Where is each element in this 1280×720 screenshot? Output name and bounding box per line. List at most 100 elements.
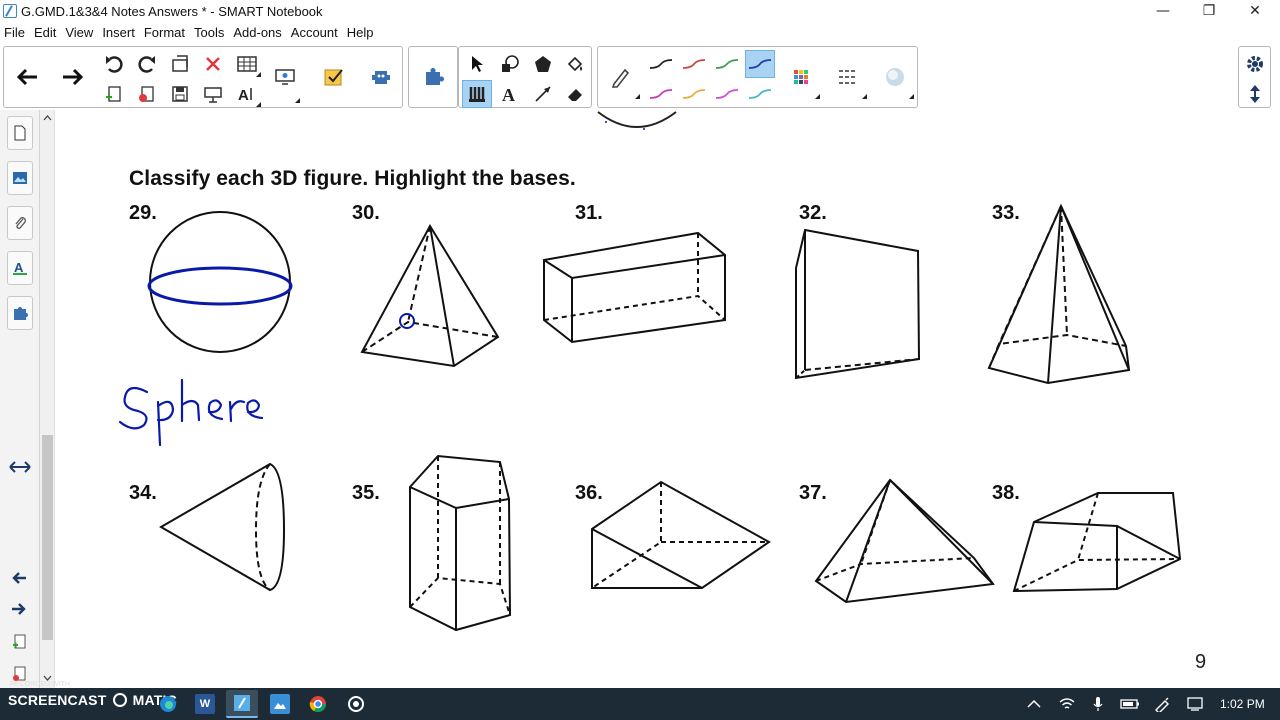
svg-text:A: A [238,87,249,103]
screencast-word: SCREENCAST [8,692,107,708]
menu-file[interactable]: File [4,25,25,40]
menu-insert[interactable]: Insert [102,25,135,40]
properties-icon[interactable]: A [7,251,33,285]
eraser-icon[interactable] [560,80,590,108]
shapes-icon[interactable] [495,50,525,78]
notebook-page[interactable]: Classify each 3D figure. Highlight the b… [56,110,1280,688]
text-tool-icon[interactable]: A [495,80,525,108]
table-icon[interactable] [232,50,262,78]
fill-effects-icon[interactable] [880,63,914,99]
delete-page-icon[interactable] [132,80,162,108]
minimize-button[interactable]: — [1140,0,1186,22]
back-arrow-icon[interactable] [12,63,42,91]
pen-style-orange-icon[interactable] [679,80,709,108]
select-pointer-icon[interactable] [462,50,492,78]
response-icon[interactable] [319,63,349,91]
smart-notebook-taskbar-icon[interactable] [226,690,258,718]
menu-tools[interactable]: Tools [194,25,224,40]
add-ons-puzzle-icon[interactable] [418,63,448,91]
menu-bar: File Edit View Insert Format Tools Add-o… [0,22,1280,42]
chrome-icon[interactable] [308,694,328,714]
next-page-icon[interactable] [11,602,27,621]
side-panel: A [0,110,40,688]
side-add-page-icon[interactable] [12,634,26,655]
figure-36-triangular-prism [591,480,771,589]
menu-add-ons[interactable]: Add-ons [233,25,281,40]
battery-icon[interactable] [1120,694,1140,714]
toolbar: A A [0,43,1280,109]
toolbar-group-addons [408,46,458,108]
line-tool-icon[interactable] [528,80,558,108]
settings-gear-icon[interactable] [1240,50,1270,78]
open-file-icon[interactable] [165,50,195,78]
toolbar-move-icon[interactable] [1240,80,1270,108]
lab-activity-icon[interactable] [366,63,396,91]
photos-icon[interactable] [270,694,290,714]
vertical-scrollbar[interactable] [40,110,55,688]
show-hidden-icons-icon[interactable] [1024,694,1044,714]
figure-34-cone [159,462,286,592]
window-title: G.GMD.1&3&4 Notes Answers * - SMART Note… [21,3,323,19]
close-button[interactable]: ✕ [1232,0,1278,22]
pen-style-green-icon[interactable] [712,50,742,78]
restore-button[interactable]: ❐ [1186,0,1232,22]
menu-edit[interactable]: Edit [34,25,56,40]
figure-32-triangular-prism [795,228,921,380]
forward-arrow-icon[interactable] [58,63,88,91]
toolbar-group-pen-styles [597,46,918,108]
screencast-taskbar-icon[interactable] [346,694,366,714]
scrollbar-thumb[interactable] [42,435,53,640]
pens-tool-icon[interactable] [462,80,492,108]
notification-icon[interactable] [1185,694,1205,714]
wifi-icon[interactable] [1057,694,1077,714]
add-page-icon[interactable] [99,80,129,108]
menu-account[interactable]: Account [291,25,338,40]
word-icon[interactable]: W [195,694,215,714]
pen-style-teal-icon[interactable] [745,80,775,108]
line-properties-icon[interactable] [833,63,867,99]
figure-30-square-pyramid [360,223,500,368]
pen-workspace-icon[interactable] [1152,694,1172,714]
redo-icon[interactable] [132,50,162,78]
add-ons-tab-icon[interactable] [7,296,33,330]
pen-style-pink-icon[interactable] [712,80,742,108]
attachments-paperclip-icon[interactable] [7,206,33,240]
toolbar-group-tools: A [458,46,592,108]
figures-canvas [118,203,1182,632]
figure-33-pentagonal-pyramid [987,203,1131,385]
screencast-record-icon [112,693,127,707]
screen-shade-icon[interactable] [198,80,228,108]
menu-view[interactable]: View [65,25,93,40]
regular-polygon-icon[interactable] [528,50,558,78]
scroll-up-icon[interactable] [43,115,52,121]
handwriting-sphere-strokes [118,378,264,447]
previous-page-icon[interactable] [11,571,27,590]
pen-icon[interactable] [606,63,640,99]
edge-browser-icon[interactable] [158,694,178,714]
gallery-icon[interactable] [7,161,33,195]
taskbar-clock[interactable]: 1:02 PM [1220,697,1265,711]
screen-capture-icon[interactable] [270,63,300,91]
pen-style-black-icon[interactable] [646,50,676,78]
delete-icon[interactable] [198,50,228,78]
pen-style-red-icon[interactable] [679,50,709,78]
windows-taskbar: RECORDED WITH SCREENCAST MATIC W 1:02 PM [0,681,1280,720]
figure-29-sphere [147,211,293,353]
pen-style-magenta-icon[interactable] [646,80,676,108]
screencast-logo: SCREENCAST MATIC [8,692,177,708]
undo-icon[interactable] [99,50,129,78]
microphone-icon[interactable] [1088,694,1108,714]
pen-style-blue-icon[interactable] [745,50,775,78]
recorded-with-label: RECORDED WITH [10,681,70,688]
figure-37-rectangular-pyramid [814,478,995,604]
fill-bucket-icon[interactable] [560,50,590,78]
menu-format[interactable]: Format [144,25,185,40]
font-size-icon[interactable]: A [232,80,262,108]
color-palette-icon[interactable] [786,63,820,99]
save-icon[interactable] [165,80,195,108]
menu-help[interactable]: Help [347,25,374,40]
smart-notebook-app-icon [3,4,17,18]
expand-collapse-icon[interactable] [9,460,31,479]
page-sorter-icon[interactable] [7,116,33,150]
toolbar-group-settings [1238,46,1271,108]
